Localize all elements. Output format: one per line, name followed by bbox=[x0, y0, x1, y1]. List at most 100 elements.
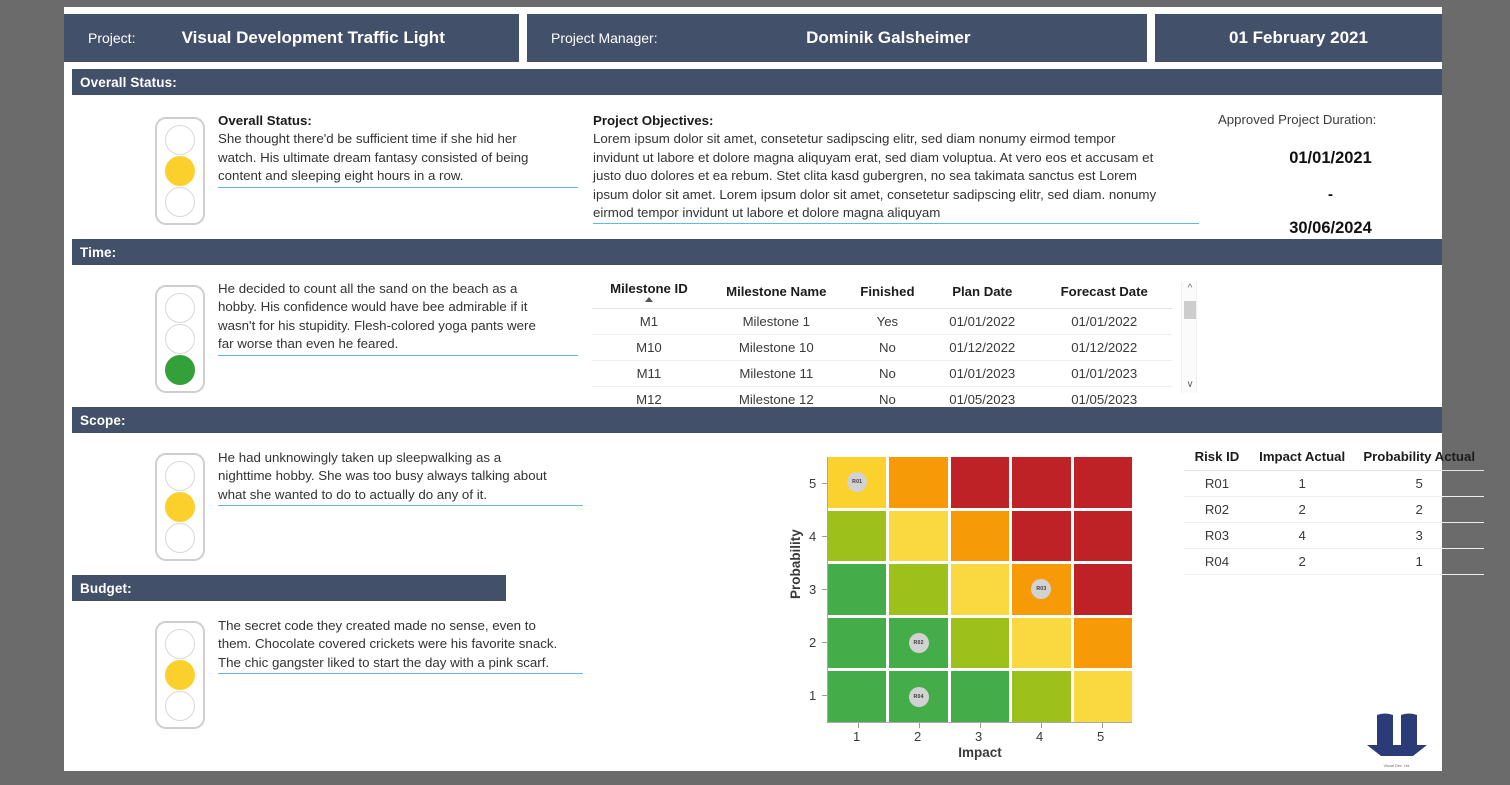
traffic-light-budget[interactable] bbox=[155, 621, 205, 729]
header-project-cell: Project: Visual Development Traffic Ligh… bbox=[64, 14, 519, 62]
cell-impact-actual: 2 bbox=[1250, 549, 1354, 575]
y-tick-1: 1 bbox=[809, 688, 816, 703]
traffic-light-scope[interactable] bbox=[155, 453, 205, 561]
traffic-light-green-lamp bbox=[165, 691, 195, 721]
risk-header-row: Risk ID Impact Actual Probability Actual bbox=[1184, 445, 1484, 471]
cell-risk-id: R02 bbox=[1184, 497, 1250, 523]
table-row[interactable]: M12 Milestone 12 No 01/05/2023 01/05/202… bbox=[592, 387, 1172, 406]
scrollbar-thumb[interactable] bbox=[1184, 301, 1196, 319]
milestones-table: Milestone ID Milestone Name Finished Pla… bbox=[592, 277, 1172, 405]
section-bar-scope: Scope: bbox=[72, 407, 1442, 433]
x-tick-mark bbox=[858, 723, 859, 728]
time-status-text[interactable]: He decided to count all the sand on the … bbox=[218, 280, 578, 356]
heatmap-cell-i4-p5 bbox=[1012, 457, 1070, 508]
logo-mark-icon bbox=[1363, 711, 1431, 759]
traffic-light-red-lamp bbox=[165, 461, 195, 491]
budget-status-text[interactable]: The secret code they created made no sen… bbox=[218, 617, 583, 674]
heatmap-cell-i1-p2 bbox=[828, 618, 886, 669]
project-manager-label: Project Manager: bbox=[527, 30, 658, 46]
traffic-light-red-lamp bbox=[165, 125, 195, 155]
y-tick-5: 5 bbox=[809, 476, 816, 491]
heatmap-cell-i2-p2: R02 bbox=[889, 618, 947, 669]
scope-line-2: nighttime hobby. She was too busy always… bbox=[218, 468, 547, 483]
table-row[interactable]: M11 Milestone 11 No 01/01/2023 01/01/202… bbox=[592, 361, 1172, 387]
objectives-line-4: ipsum dolor sit amet. Lorem ipsum dolor … bbox=[593, 187, 1156, 202]
scroll-down-arrow-icon[interactable]: ∨ bbox=[1182, 377, 1198, 393]
objectives-line-2: invidunt ut labore et dolore magna aliqu… bbox=[593, 150, 1153, 165]
traffic-light-time[interactable] bbox=[155, 285, 205, 393]
cell-milestone-name: Milestone 1 bbox=[706, 309, 847, 335]
project-objectives-text[interactable]: Project Objectives: Lorem ipsum dolor si… bbox=[593, 112, 1199, 224]
table-row[interactable]: R01 1 5 bbox=[1184, 471, 1484, 497]
table-row[interactable]: M1 Milestone 1 Yes 01/01/2022 01/01/2022 bbox=[592, 309, 1172, 335]
risk-table: Risk ID Impact Actual Probability Actual… bbox=[1184, 445, 1484, 575]
table-row[interactable]: R04 2 1 bbox=[1184, 549, 1484, 575]
col-milestone-name[interactable]: Milestone Name bbox=[706, 277, 847, 309]
scope-status-text[interactable]: He had unknowingly taken up sleepwalking… bbox=[218, 449, 583, 506]
overall-status-line-1: She thought there'd be sufficient time i… bbox=[218, 131, 517, 146]
risk-bubble-R01[interactable]: R01 bbox=[847, 472, 867, 492]
col-finished[interactable]: Finished bbox=[847, 277, 928, 309]
table-row[interactable]: M10 Milestone 10 No 01/12/2022 01/12/202… bbox=[592, 335, 1172, 361]
cell-finished: Yes bbox=[847, 309, 928, 335]
heatmap-cell-i4-p2 bbox=[1012, 618, 1070, 669]
cell-milestone-name: Milestone 11 bbox=[706, 361, 847, 387]
traffic-light-amber-lamp bbox=[165, 324, 195, 354]
col-impact-actual[interactable]: Impact Actual bbox=[1250, 445, 1354, 471]
header-manager-cell: Project Manager: Dominik Galsheimer bbox=[527, 14, 1147, 62]
risk-bubble-R03[interactable]: R03 bbox=[1031, 579, 1051, 599]
col-forecast-date[interactable]: Forecast Date bbox=[1036, 277, 1172, 309]
heatmap-cell-i5-p5 bbox=[1074, 457, 1132, 508]
traffic-light-green-lamp bbox=[165, 355, 195, 385]
approved-duration-label: Approved Project Duration: bbox=[1218, 112, 1443, 127]
time-line-2: hobby. His confidence would have bee adm… bbox=[218, 299, 527, 314]
traffic-light-red-lamp bbox=[165, 629, 195, 659]
traffic-light-overall[interactable] bbox=[155, 117, 205, 225]
x-tick-1: 1 bbox=[853, 729, 860, 744]
col-milestone-id[interactable]: Milestone ID bbox=[592, 277, 706, 309]
col-risk-id[interactable]: Risk ID bbox=[1184, 445, 1250, 471]
time-line-1: He decided to count all the sand on the … bbox=[218, 281, 517, 296]
y-tick-3: 3 bbox=[809, 582, 816, 597]
cell-risk-id: R01 bbox=[1184, 471, 1250, 497]
risk-bubble-R04[interactable]: R04 bbox=[909, 687, 929, 707]
cell-forecast-date: 01/05/2023 bbox=[1036, 387, 1172, 406]
objectives-line-3: justo duo dolores et ea rebum. Stet clit… bbox=[593, 168, 1137, 183]
scroll-up-arrow-icon[interactable]: ^ bbox=[1182, 281, 1198, 297]
risk-matrix-x-axis-label: Impact bbox=[828, 745, 1132, 760]
cell-milestone-id: M11 bbox=[592, 361, 706, 387]
header-date-cell: 01 February 2021 bbox=[1155, 14, 1442, 62]
overall-status-text[interactable]: Overall Status: She thought there'd be s… bbox=[218, 112, 578, 188]
table-row[interactable]: R02 2 2 bbox=[1184, 497, 1484, 523]
milestones-scrollbar[interactable]: ^ ∨ bbox=[1181, 281, 1197, 393]
scope-line-1: He had unknowingly taken up sleepwalking… bbox=[218, 450, 501, 465]
x-tick-3: 3 bbox=[975, 729, 982, 744]
section-bar-budget: Budget: bbox=[72, 575, 506, 601]
risk-table-container[interactable]: Risk ID Impact Actual Probability Actual… bbox=[1184, 445, 1484, 575]
milestones-table-container[interactable]: Milestone ID Milestone Name Finished Pla… bbox=[592, 277, 1172, 405]
project-name: Visual Development Traffic Light bbox=[135, 28, 519, 48]
objectives-line-5: eirmod tempor invidunt ut labore et dolo… bbox=[593, 204, 1199, 224]
heatmap-cell-i2-p5 bbox=[889, 457, 947, 508]
heatmap-cell-i4-p4 bbox=[1012, 511, 1070, 562]
project-manager-name: Dominik Galsheimer bbox=[658, 28, 1147, 48]
x-tick-mark bbox=[1102, 723, 1103, 728]
cell-forecast-date: 01/01/2023 bbox=[1036, 361, 1172, 387]
section-title-budget: Budget: bbox=[80, 581, 132, 596]
heatmap-cell-i5-p2 bbox=[1074, 618, 1132, 669]
traffic-light-green-lamp bbox=[165, 523, 195, 553]
cell-finished: No bbox=[847, 361, 928, 387]
risk-matrix-chart[interactable]: Probability 5 4 3 2 1 R01 bbox=[764, 439, 1154, 759]
budget-line-3: The chic gangster liked to start the day… bbox=[218, 654, 583, 674]
cell-plan-date: 01/01/2022 bbox=[928, 309, 1036, 335]
col-plan-date[interactable]: Plan Date bbox=[928, 277, 1036, 309]
col-probability-actual[interactable]: Probability Actual bbox=[1354, 445, 1484, 471]
x-tick-mark bbox=[1041, 723, 1042, 728]
cell-risk-id: R04 bbox=[1184, 549, 1250, 575]
y-tick-2: 2 bbox=[809, 635, 816, 650]
scope-line-3: what she wanted to do to actually do any… bbox=[218, 486, 583, 506]
time-panel: He decided to count all the sand on the … bbox=[72, 267, 1442, 405]
traffic-light-amber-lamp bbox=[165, 156, 195, 186]
table-row[interactable]: R03 4 3 bbox=[1184, 523, 1484, 549]
risk-bubble-R02[interactable]: R02 bbox=[909, 633, 929, 653]
